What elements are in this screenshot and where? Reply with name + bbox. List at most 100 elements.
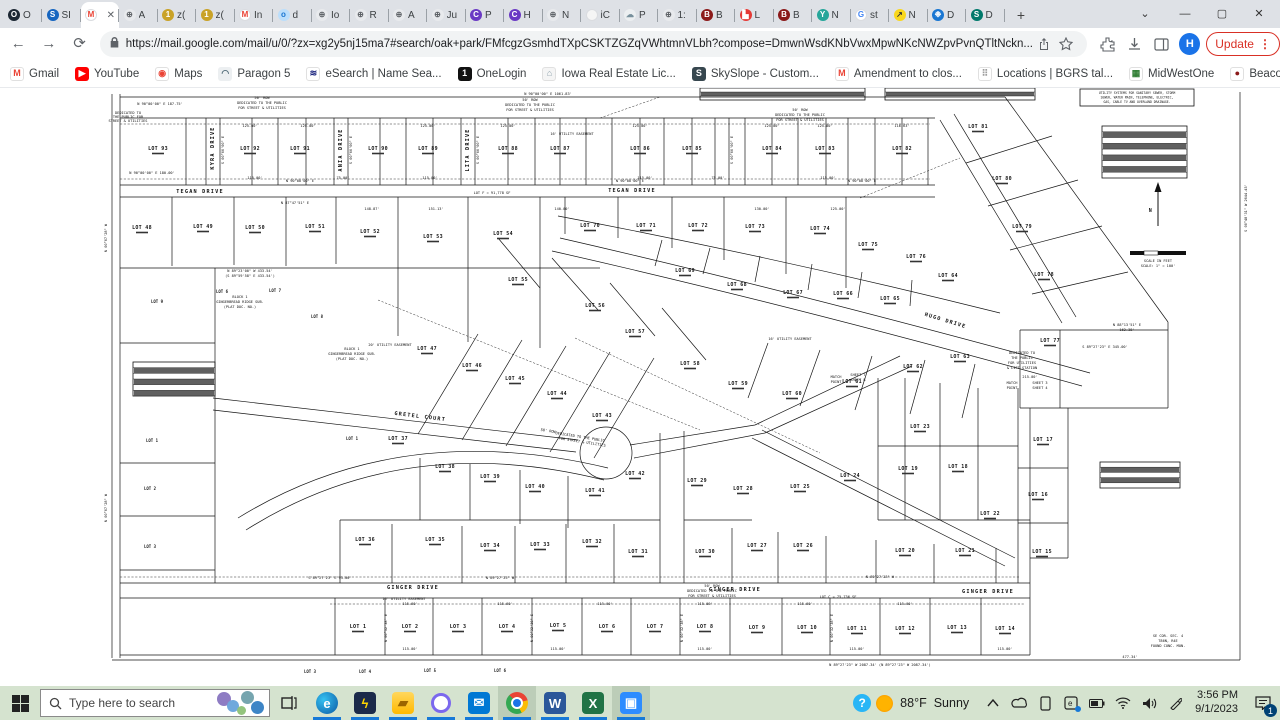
- browser-tab[interactable]: ⊕1:: [659, 2, 697, 28]
- maximize-button[interactable]: ▢: [1205, 0, 1239, 28]
- edge-taskbar-icon[interactable]: e: [308, 686, 346, 720]
- lot-label: LOT 15: [1032, 549, 1052, 555]
- back-button[interactable]: ←: [6, 31, 31, 57]
- tab-search-icon[interactable]: ⌄: [1128, 0, 1162, 28]
- forward-button[interactable]: →: [37, 31, 62, 57]
- lot-label: LOT 78: [1034, 272, 1054, 278]
- browser-tab[interactable]: SSI: [43, 2, 81, 28]
- file-explorer-taskbar-icon[interactable]: ▰: [384, 686, 422, 720]
- browser-tab-active[interactable]: M✕: [81, 2, 119, 28]
- map-text: 125.00': [632, 124, 647, 128]
- cortana-taskbar-icon[interactable]: [422, 686, 460, 720]
- tab-favicon-icon: ⊕: [393, 9, 405, 21]
- share-icon[interactable]: [1033, 33, 1055, 55]
- battery-icon[interactable]: [1085, 686, 1109, 720]
- action-center-icon[interactable]: 1: [1246, 686, 1280, 720]
- teams-taskbar-icon[interactable]: ▣: [612, 686, 650, 720]
- browser-tab[interactable]: ⊕R: [351, 2, 389, 28]
- browser-tab[interactable]: CH: [505, 2, 543, 28]
- profile-avatar[interactable]: H: [1179, 33, 1200, 55]
- search-box-flower-image[interactable]: [213, 690, 269, 716]
- tab-favicon-icon: C: [509, 9, 521, 21]
- lot-label: LOT 91: [290, 146, 310, 152]
- street-name-label: GRETEL COURT: [394, 411, 446, 423]
- help-app-icon[interactable]: ?: [850, 686, 874, 720]
- word-taskbar-icon[interactable]: W: [536, 686, 574, 720]
- bookmark-favicon-icon: ⌂: [542, 67, 556, 81]
- taskbar-clock[interactable]: 3:56 PM 9/1/2023: [1195, 689, 1238, 717]
- browser-tab[interactable]: CP: [466, 2, 504, 28]
- pen-icon[interactable]: [1163, 686, 1187, 720]
- bookmark-item[interactable]: ⌂Iowa Real Estate Lic...: [542, 67, 675, 81]
- browser-tab[interactable]: 1z(: [197, 2, 235, 28]
- lot-label: LOT 58: [680, 361, 700, 367]
- bookmark-item[interactable]: ▦MidWestOne: [1129, 67, 1214, 81]
- browser-tab[interactable]: 1z(: [158, 2, 196, 28]
- tab-title: Io: [331, 10, 339, 21]
- sharefile-taskbar-icon[interactable]: ϟ: [346, 686, 384, 720]
- browser-tab[interactable]: OO: [4, 2, 42, 28]
- side-panel-icon[interactable]: [1151, 33, 1172, 55]
- bookmark-item[interactable]: ⠿Locations | BGRS tal...: [978, 67, 1113, 81]
- browser-tab[interactable]: SD: [967, 2, 1005, 28]
- bookmark-item[interactable]: 1OneLogin: [458, 67, 527, 81]
- new-tab-button[interactable]: +: [1011, 5, 1031, 25]
- tray-chevron-icon[interactable]: [981, 686, 1005, 720]
- browser-tab[interactable]: ⊕Io: [312, 2, 350, 28]
- volume-icon[interactable]: [1137, 686, 1161, 720]
- bookmark-item[interactable]: MGmail: [10, 67, 59, 81]
- bookmark-item[interactable]: ▶YouTube: [75, 67, 139, 81]
- minimize-button[interactable]: —: [1168, 0, 1202, 28]
- browser-tab[interactable]: ⊕A: [389, 2, 427, 28]
- browser-tab[interactable]: BB: [774, 2, 812, 28]
- bookmark-item[interactable]: ◉Maps: [155, 67, 202, 81]
- mail-taskbar-icon[interactable]: ✉: [460, 686, 498, 720]
- browser-tab[interactable]: ☁P: [620, 2, 658, 28]
- lot-label: LOT 33: [530, 542, 550, 548]
- download-icon[interactable]: [1124, 33, 1145, 55]
- weather-widget[interactable]: 88°F Sunny: [876, 695, 969, 712]
- map-text: N 88°13'51" E: [1113, 323, 1141, 327]
- onedrive-icon[interactable]: [1007, 686, 1031, 720]
- start-button[interactable]: [0, 686, 40, 720]
- bookmark-item[interactable]: ●Beacon: [1230, 67, 1280, 81]
- reload-button[interactable]: ⟳: [67, 31, 92, 57]
- task-view-taskbar-icon[interactable]: [270, 686, 308, 720]
- tab-close-icon[interactable]: ✕: [107, 10, 115, 21]
- browser-tab[interactable]: ⊕A: [120, 2, 158, 28]
- extensions-puzzle-icon[interactable]: [1097, 33, 1118, 55]
- bookmark-item[interactable]: SSkySlope - Custom...: [692, 67, 819, 81]
- browser-tab[interactable]: ↗N: [890, 2, 928, 28]
- close-button[interactable]: ✕: [1242, 0, 1276, 28]
- tab-favicon-icon: 1: [201, 9, 213, 21]
- browser-tab[interactable]: ▙L: [736, 2, 774, 28]
- browser-tab[interactable]: ⊕Ju: [428, 2, 466, 28]
- bookmark-item[interactable]: ≋eSearch | Name Sea...: [306, 67, 441, 81]
- plat-map-document[interactable]: N UTILITY SYSTEMS FOR SANITARY SEWER, ST…: [0, 88, 1280, 686]
- browser-tab[interactable]: MIn: [235, 2, 273, 28]
- browser-tab[interactable]: iC: [582, 2, 620, 28]
- chrome-taskbar-icon[interactable]: [498, 686, 536, 720]
- browser-tab[interactable]: ⊕N: [543, 2, 581, 28]
- excel-taskbar-icon[interactable]: X: [574, 686, 612, 720]
- bookmark-item[interactable]: MAmendment to clos...: [835, 67, 962, 81]
- bookmark-star-icon[interactable]: [1055, 33, 1077, 55]
- map-text: DEDICATED TO THE PUBLIC: [775, 113, 825, 117]
- browser-tab[interactable]: YN: [813, 2, 851, 28]
- update-button[interactable]: Update ⋮: [1206, 32, 1280, 56]
- map-text: 125.00': [420, 124, 435, 128]
- browser-tab[interactable]: Gst: [851, 2, 889, 28]
- bookmark-item[interactable]: ◠Paragon 5: [218, 67, 290, 81]
- tab-title: N: [909, 10, 916, 21]
- menu-dots-icon[interactable]: ⋮: [1259, 37, 1271, 51]
- teams-tray-icon[interactable]: e: [1059, 686, 1083, 720]
- browser-tab[interactable]: BB: [697, 2, 735, 28]
- your-phone-icon[interactable]: [1033, 686, 1057, 720]
- url-text[interactable]: https://mail.google.com/mail/u/0/?zx=xg2…: [126, 38, 1033, 50]
- browser-tab[interactable]: od: [274, 2, 312, 28]
- address-bar[interactable]: https://mail.google.com/mail/u/0/?zx=xg2…: [100, 31, 1087, 57]
- browser-tab[interactable]: ❉D: [928, 2, 966, 28]
- taskbar-search-input[interactable]: Type here to search: [40, 689, 270, 717]
- wifi-icon[interactable]: [1111, 686, 1135, 720]
- bookmark-label: OneLogin: [477, 68, 527, 80]
